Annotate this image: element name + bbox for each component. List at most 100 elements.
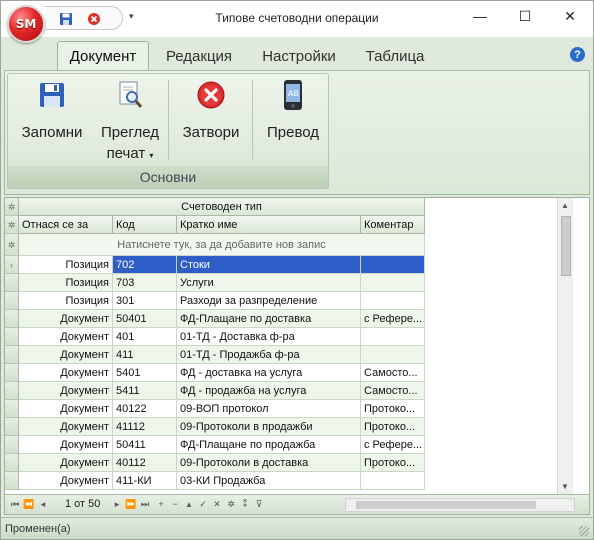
close-ribbon-button[interactable]: Затвори [174, 78, 248, 143]
next-page-icon[interactable]: ⏩ [125, 497, 137, 512]
table-row[interactable]: Документ 401 01-ТД - Доставка ф-ра [5, 328, 573, 346]
cell-comment[interactable] [361, 472, 425, 490]
cell-ref[interactable]: Документ [19, 454, 113, 472]
cell-code[interactable]: 702 [113, 256, 177, 274]
table-row[interactable]: › Позиция 702 Стоки [5, 256, 573, 274]
table-row[interactable]: Документ 5411 ФД - продажба на услуга Самос… [5, 382, 573, 400]
close-button[interactable]: ✕ [547, 1, 593, 31]
row-indicator[interactable] [5, 346, 19, 364]
cell-code[interactable]: 50411 [113, 436, 177, 454]
scroll-down-icon[interactable]: ▼ [561, 482, 569, 491]
cell-code[interactable]: 411 [113, 346, 177, 364]
table-row[interactable]: Документ 411 01-ТД - Продажба ф-ра [5, 346, 573, 364]
row-indicator[interactable] [5, 292, 19, 310]
row-indicator[interactable] [5, 382, 19, 400]
cell-ref[interactable]: Позиция [19, 274, 113, 292]
minimize-button[interactable]: — [457, 1, 503, 31]
cell-name[interactable]: 01-ТД - Доставка ф-ра [177, 328, 361, 346]
cell-code[interactable]: 401 [113, 328, 177, 346]
row-indicator[interactable] [5, 454, 19, 472]
cell-name[interactable]: ФД - доставка на услуга [177, 364, 361, 382]
filter-icon[interactable]: ⊽ [253, 497, 265, 512]
cell-code[interactable]: 703 [113, 274, 177, 292]
new-record-row[interactable]: ✲ Натиснете тук, за да добавите нов запи… [5, 234, 573, 256]
prev-record-icon[interactable]: ◂ [37, 497, 49, 512]
table-row[interactable]: Документ 50411 ФД-Плащане по продажба с Реф… [5, 436, 573, 454]
app-menu-button[interactable]: SM [7, 5, 45, 43]
goto-bookmark-icon[interactable]: ⁑ [239, 497, 251, 512]
row-indicator[interactable] [5, 328, 19, 346]
table-row[interactable]: Документ 41112 09-Протоколи в продажби Прот… [5, 418, 573, 436]
add-record-icon[interactable]: + [155, 497, 167, 512]
cell-comment[interactable]: Самосто... [361, 364, 425, 382]
table-row[interactable]: Документ 411-КИ 03-КИ Продажба [5, 472, 573, 490]
cell-name[interactable]: ФД-Плащане по продажба [177, 436, 361, 454]
cancel-icon[interactable]: ✕ [211, 497, 223, 512]
cell-comment[interactable] [361, 292, 425, 310]
cell-name[interactable]: 03-КИ Продажба [177, 472, 361, 490]
band-header[interactable]: Счетоводен тип [19, 198, 425, 216]
table-row[interactable]: Документ 40122 09-ВОП протокол Протоко... [5, 400, 573, 418]
cell-name[interactable]: ФД-Плащане по доставка [177, 310, 361, 328]
cell-comment[interactable] [361, 274, 425, 292]
new-record-hint[interactable]: Натиснете тук, за да добавите нов запис [19, 234, 425, 256]
cell-comment[interactable]: Протоко... [361, 454, 425, 472]
cell-comment[interactable]: Протоко... [361, 418, 425, 436]
cell-code[interactable]: 40112 [113, 454, 177, 472]
table-row[interactable]: Документ 50401 ФД-Плащане по доставка с Реф… [5, 310, 573, 328]
column-header-ref[interactable]: Отнася се за [19, 216, 113, 234]
cell-comment[interactable] [361, 346, 425, 364]
cell-comment[interactable]: Самосто... [361, 382, 425, 400]
cell-ref[interactable]: Документ [19, 346, 113, 364]
cell-code[interactable]: 411-КИ [113, 472, 177, 490]
column-header-name[interactable]: Кратко име [177, 216, 361, 234]
cell-name[interactable]: 09-Протоколи в продажби [177, 418, 361, 436]
cell-comment[interactable]: с Рефере... [361, 310, 425, 328]
table-row[interactable]: Документ 5401 ФД - доставка на услуга Самос… [5, 364, 573, 382]
cell-ref[interactable]: Документ [19, 328, 113, 346]
table-row[interactable]: Позиция 301 Разходи за разпределение [5, 292, 573, 310]
last-page-icon[interactable]: ⏭ [139, 497, 151, 512]
column-header-code[interactable]: Код [113, 216, 177, 234]
row-indicator[interactable] [5, 472, 19, 490]
cell-name[interactable]: Услуги [177, 274, 361, 292]
translate-button[interactable]: AB Превод [258, 78, 328, 143]
tab-document[interactable]: Документ [57, 41, 149, 71]
next-record-icon[interactable]: ▸ [111, 497, 123, 512]
cell-name[interactable]: 09-Протоколи в доставка [177, 454, 361, 472]
tab-table[interactable]: Таблица [355, 41, 435, 71]
row-indicator[interactable] [5, 364, 19, 382]
save-button[interactable]: Запомни [14, 78, 90, 143]
cell-name[interactable]: Стоки [177, 256, 361, 274]
column-header-comment[interactable]: Коментар [361, 216, 425, 234]
cell-ref[interactable]: Документ [19, 310, 113, 328]
scroll-up-icon[interactable]: ▲ [561, 201, 569, 210]
cell-code[interactable]: 301 [113, 292, 177, 310]
cell-ref[interactable]: Позиция [19, 292, 113, 310]
bookmark-icon[interactable]: ✲ [225, 497, 237, 512]
cell-code[interactable]: 5401 [113, 364, 177, 382]
row-indicator[interactable] [5, 400, 19, 418]
cell-comment[interactable]: Протоко... [361, 400, 425, 418]
row-indicator[interactable] [5, 310, 19, 328]
cell-code[interactable]: 5411 [113, 382, 177, 400]
cell-ref[interactable]: Документ [19, 382, 113, 400]
scroll-thumb[interactable] [561, 216, 571, 276]
cell-ref[interactable]: Документ [19, 364, 113, 382]
print-preview-button[interactable]: Преглед печат ▾ [94, 78, 166, 166]
edit-record-icon[interactable]: ▴ [183, 497, 195, 512]
cell-comment[interactable] [361, 328, 425, 346]
hscroll-thumb[interactable] [356, 501, 536, 509]
cell-name[interactable]: 01-ТД - Продажба ф-ра [177, 346, 361, 364]
tab-settings[interactable]: Настройки [251, 41, 347, 71]
vertical-scrollbar[interactable]: ▲ ▼ [557, 198, 573, 494]
row-indicator[interactable] [5, 418, 19, 436]
cell-name[interactable]: Разходи за разпределение [177, 292, 361, 310]
row-indicator[interactable]: › [5, 256, 19, 274]
cell-ref[interactable]: Документ [19, 472, 113, 490]
cell-ref[interactable]: Позиция [19, 256, 113, 274]
horizontal-scrollbar[interactable] [345, 498, 575, 512]
cell-ref[interactable]: Документ [19, 400, 113, 418]
row-indicator[interactable] [5, 436, 19, 454]
maximize-button[interactable]: ☐ [502, 1, 548, 31]
